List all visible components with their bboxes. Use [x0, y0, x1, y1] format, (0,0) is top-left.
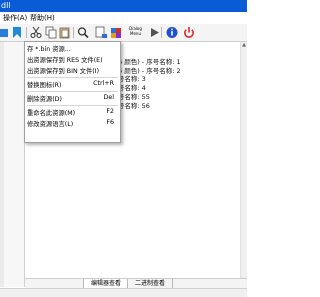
menu-item-shortcut: Del — [103, 94, 114, 101]
menu-item-label: 存 *.bin 资源... — [27, 46, 71, 53]
paste-icon[interactable] — [58, 26, 72, 39]
menu-item-shortcut: F6 — [106, 119, 114, 126]
menu-rename-resource[interactable]: 重命名此资源(M) F2 — [25, 107, 120, 118]
toolbar-separator — [26, 27, 27, 38]
menu-item-shortcut: F2 — [106, 108, 114, 115]
toolbar: Dialog Menu — [0, 24, 247, 42]
scroll-up-icon[interactable]: ▲ — [241, 42, 247, 48]
menu-action[interactable]: 操作(A) — [3, 13, 27, 23]
search-icon[interactable] — [76, 26, 90, 39]
bookmark-icon[interactable] — [10, 26, 24, 39]
tree-scrollbar[interactable] — [0, 42, 4, 287]
menu-export-res[interactable]: 出资源保存到 RES 文件(E) — [25, 54, 120, 65]
toolbar-separator — [73, 27, 74, 38]
menu-item-label: 出资源保存到 BIN 文件(I) — [27, 68, 100, 75]
menu-save-bin[interactable]: 存 *.bin 资源... — [25, 43, 120, 54]
page-add-icon[interactable] — [94, 26, 108, 39]
menu-separator — [27, 105, 118, 106]
palette-icon[interactable] — [110, 26, 124, 39]
menu-item-label: 出资源保存到 RES 文件(E) — [27, 57, 103, 64]
copy-icon[interactable] — [44, 26, 58, 39]
window-title: dll — [1, 1, 11, 10]
content-scrollbar[interactable]: ▲ — [240, 42, 247, 278]
play-icon[interactable] — [147, 26, 161, 39]
menu-separator — [27, 77, 118, 78]
menu-item-label: 修改资源语言(L) — [27, 121, 74, 128]
menu-item-label: 替换图标(R) — [27, 82, 62, 89]
menu-item-label: 重命名此资源(M) — [27, 110, 76, 117]
menu-help[interactable]: 帮助(H) — [30, 13, 55, 23]
menu-separator — [27, 91, 118, 92]
menu-export-bin[interactable]: 出资源保存到 BIN 文件(I) — [25, 65, 120, 76]
menu-replace-icon[interactable]: 替换图标(R) Ctrl+R — [25, 79, 120, 90]
menu-change-language[interactable]: 修改资源语言(L) F6 — [25, 118, 120, 129]
info-icon[interactable] — [165, 26, 179, 39]
scissors-icon[interactable] — [29, 26, 43, 39]
dialog-menu-icon[interactable]: Dialog Menu — [126, 26, 145, 39]
power-icon[interactable] — [182, 26, 196, 39]
title-bar: dll — [0, 0, 247, 12]
menu-item-label: 删除资源(D) — [27, 96, 62, 103]
menu-delete-resource[interactable]: 删除资源(D) Del — [25, 93, 120, 104]
toolbar-separator — [161, 27, 162, 38]
context-menu: 存 *.bin 资源... 出资源保存到 RES 文件(E) 出资源保存到 BI… — [24, 41, 121, 143]
menu-item-shortcut: Ctrl+R — [93, 80, 114, 87]
